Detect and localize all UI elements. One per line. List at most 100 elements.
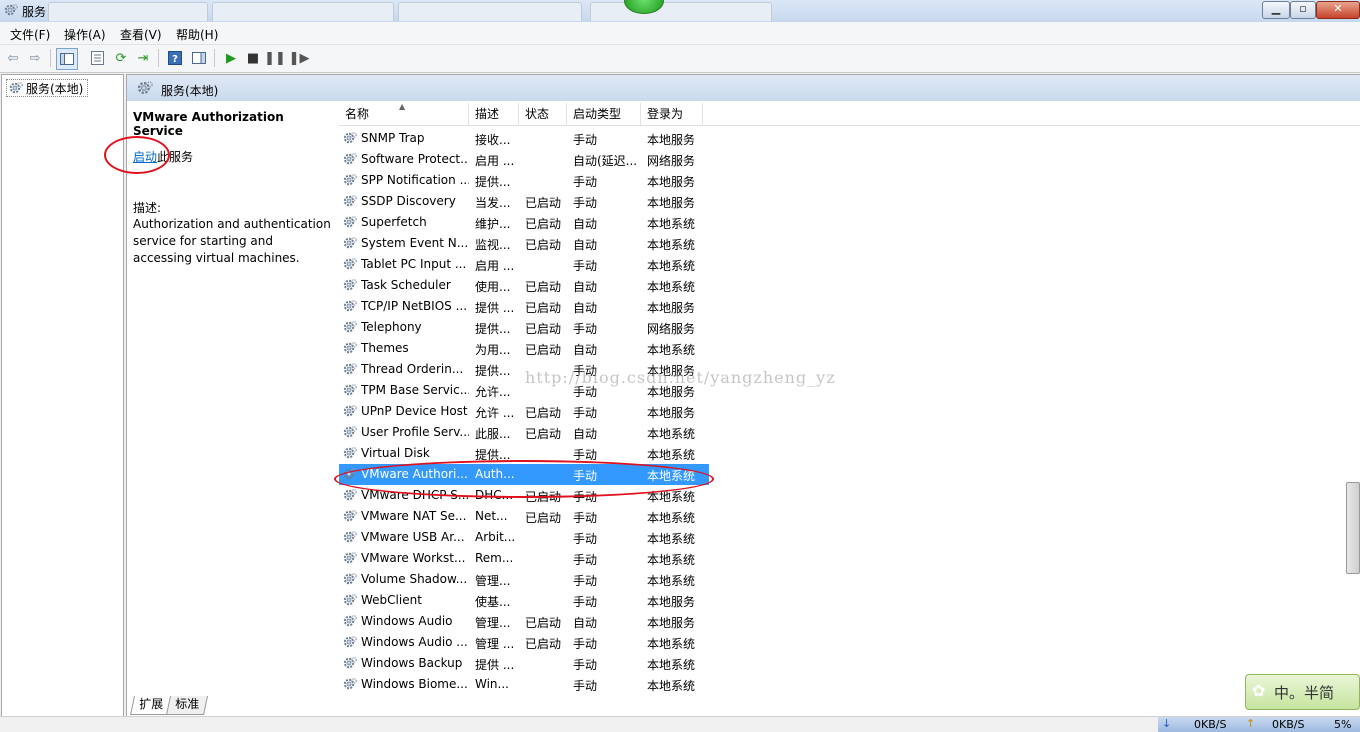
column-header-startup-type[interactable]: 启动类型 bbox=[567, 103, 641, 125]
table-row[interactable]: SPP Notification ... 提供... 手动 本地服务 bbox=[339, 170, 709, 191]
status-bar: ↓ 0KB/S ↑ 0KB/S 5% bbox=[0, 716, 1360, 732]
play-icon[interactable]: ▶ bbox=[222, 49, 240, 67]
gear-icon bbox=[343, 131, 357, 145]
cell-logon: 本地系统 bbox=[647, 280, 696, 294]
table-row[interactable]: System Event N... 监视... 已启动 自动 本地系统 bbox=[339, 233, 709, 254]
cell-description: 允许... bbox=[475, 385, 511, 399]
cell-name: System Event N... bbox=[361, 236, 469, 250]
pause-icon[interactable]: ❚❚ bbox=[264, 49, 286, 67]
title-bar: 服务 ▁ ▫ ✕ bbox=[0, 0, 1360, 22]
cell-description: 提供 ... bbox=[475, 658, 515, 672]
table-row[interactable]: VMware USB Ar... Arbit... 手动 本地系统 bbox=[339, 527, 709, 548]
cell-name: TPM Base Servic... bbox=[361, 383, 469, 397]
background-tab[interactable] bbox=[48, 2, 208, 21]
gear-icon bbox=[343, 383, 357, 397]
table-row[interactable]: Windows Audio 管理... 已启动 自动 本地服务 bbox=[339, 611, 709, 632]
gear-icon bbox=[343, 215, 357, 229]
cell-status: 已启动 bbox=[525, 343, 562, 357]
cell-logon: 本地服务 bbox=[647, 133, 696, 147]
properties-icon[interactable] bbox=[88, 49, 106, 67]
table-row[interactable]: Software Protect... 启用 ... 自动(延迟... 网络服务 bbox=[339, 149, 709, 170]
column-header-description[interactable]: 描述 bbox=[469, 103, 519, 125]
table-row[interactable]: Themes 为用... 已启动 自动 本地系统 bbox=[339, 338, 709, 359]
window-title: 服务 bbox=[22, 5, 47, 19]
table-row[interactable]: Telephony 提供... 已启动 手动 网络服务 bbox=[339, 317, 709, 338]
column-header-logon[interactable]: 登录为 bbox=[641, 103, 703, 125]
gear-icon bbox=[343, 488, 357, 502]
cell-name: UPnP Device Host bbox=[361, 404, 468, 418]
view-tabs: 扩展 标准 bbox=[126, 696, 1360, 715]
cell-logon: 本地系统 bbox=[647, 637, 696, 651]
cell-name: Superfetch bbox=[361, 215, 427, 229]
menu-action[interactable]: 操作(A) bbox=[64, 26, 106, 43]
menu-view[interactable]: 查看(V) bbox=[120, 26, 162, 43]
restart-icon[interactable]: ❚▶ bbox=[289, 49, 310, 67]
cell-status: 已启动 bbox=[525, 196, 562, 210]
tree-item-label: 服务(本地) bbox=[26, 81, 84, 96]
table-row[interactable]: Windows Backup 提供 ... 手动 本地系统 bbox=[339, 653, 709, 674]
vertical-scrollbar-thumb[interactable] bbox=[1346, 482, 1360, 574]
close-button[interactable]: ✕ bbox=[1316, 1, 1360, 19]
table-row[interactable]: TCP/IP NetBIOS ... 提供 ... 已启动 自动 本地服务 bbox=[339, 296, 709, 317]
cell-description: 启用 ... bbox=[475, 154, 515, 168]
table-row[interactable]: SSDP Discovery 当发... 已启动 手动 本地服务 bbox=[339, 191, 709, 212]
annotation-circle-start-link bbox=[104, 136, 170, 174]
service-detail-pane: VMware Authorization Service 启动此服务 描述: A… bbox=[127, 101, 337, 695]
table-row[interactable]: Superfetch 维护... 已启动 自动 本地系统 bbox=[339, 212, 709, 233]
menu-help[interactable]: 帮助(H) bbox=[176, 26, 218, 43]
maximize-button[interactable]: ▫ bbox=[1290, 1, 1316, 19]
table-row[interactable]: User Profile Serv... 此服... 已启动 自动 本地系统 bbox=[339, 422, 709, 443]
menu-file[interactable]: 文件(F) bbox=[10, 26, 50, 43]
back-arrow-icon[interactable]: ⇦ bbox=[4, 49, 22, 67]
table-row[interactable]: Volume Shadow... 管理... 手动 本地系统 bbox=[339, 569, 709, 590]
cell-name: SNMP Trap bbox=[361, 131, 425, 145]
stop-icon[interactable]: ■ bbox=[244, 49, 262, 67]
refresh-icon[interactable]: ⟳ bbox=[112, 49, 130, 67]
table-row[interactable]: VMware NAT Se... Net... 已启动 手动 本地系统 bbox=[339, 506, 709, 527]
ime-toolbar[interactable]: ✿ 中。半简 bbox=[1245, 674, 1360, 710]
help-icon[interactable]: ? bbox=[166, 49, 184, 67]
background-tab[interactable] bbox=[398, 2, 582, 21]
tab-standard[interactable]: 标准 bbox=[165, 696, 209, 715]
cell-logon: 本地系统 bbox=[647, 658, 696, 672]
column-header-status[interactable]: 状态 bbox=[519, 103, 567, 125]
tree-item-services-local[interactable]: 服务(本地) bbox=[6, 79, 89, 97]
forward-arrow-icon[interactable]: ⇨ bbox=[26, 49, 44, 67]
column-header-name[interactable]: 名称 ▲ bbox=[339, 102, 469, 125]
table-row[interactable]: Windows Biome... Win... 手动 本地系统 bbox=[339, 674, 709, 695]
table-row[interactable]: Task Scheduler 使用... 已启动 自动 本地系统 bbox=[339, 275, 709, 296]
table-row[interactable]: Windows Audio ... 管理 ... 已启动 手动 本地系统 bbox=[339, 632, 709, 653]
background-tab[interactable] bbox=[212, 2, 394, 21]
cell-description: 监视... bbox=[475, 238, 511, 252]
minimize-button[interactable]: ▁ bbox=[1262, 1, 1290, 19]
cell-startup-type: 自动 bbox=[573, 343, 598, 357]
gear-icon bbox=[343, 362, 357, 376]
cell-description: 管理... bbox=[475, 616, 511, 630]
show-tree-icon[interactable] bbox=[56, 48, 78, 70]
background-tab[interactable] bbox=[590, 2, 772, 21]
cell-description: 启用 ... bbox=[475, 259, 515, 273]
table-row[interactable]: VMware Workst... Rem... 手动 本地系统 bbox=[339, 548, 709, 569]
cell-description: Net... bbox=[475, 509, 508, 523]
gear-icon bbox=[343, 572, 357, 586]
export-list-icon[interactable]: ⇥ bbox=[134, 49, 152, 67]
cell-description: 为用... bbox=[475, 343, 511, 357]
action-pane-icon[interactable] bbox=[190, 49, 208, 67]
table-row[interactable]: SNMP Trap 接收... 手动 本地服务 bbox=[339, 128, 709, 149]
table-row[interactable]: WebClient 使基... 手动 本地服务 bbox=[339, 590, 709, 611]
cell-startup-type: 自动 bbox=[573, 616, 598, 630]
cell-status: 已启动 bbox=[525, 280, 562, 294]
cell-status: 已启动 bbox=[525, 238, 562, 252]
cell-name: Windows Biome... bbox=[361, 677, 468, 691]
gear-icon bbox=[343, 257, 357, 271]
annotation-circle-selected-row bbox=[334, 460, 714, 498]
gear-icon bbox=[343, 341, 357, 355]
table-row[interactable]: UPnP Device Host 允许 ... 已启动 手动 本地服务 bbox=[339, 401, 709, 422]
cell-name: TCP/IP NetBIOS ... bbox=[361, 299, 468, 313]
cell-description: 提供... bbox=[475, 364, 511, 378]
gear-icon bbox=[343, 236, 357, 250]
cell-startup-type: 手动 bbox=[573, 322, 598, 336]
cell-startup-type: 自动 bbox=[573, 280, 598, 294]
table-row[interactable]: Tablet PC Input ... 启用 ... 手动 本地系统 bbox=[339, 254, 709, 275]
cell-name: Windows Backup bbox=[361, 656, 463, 670]
